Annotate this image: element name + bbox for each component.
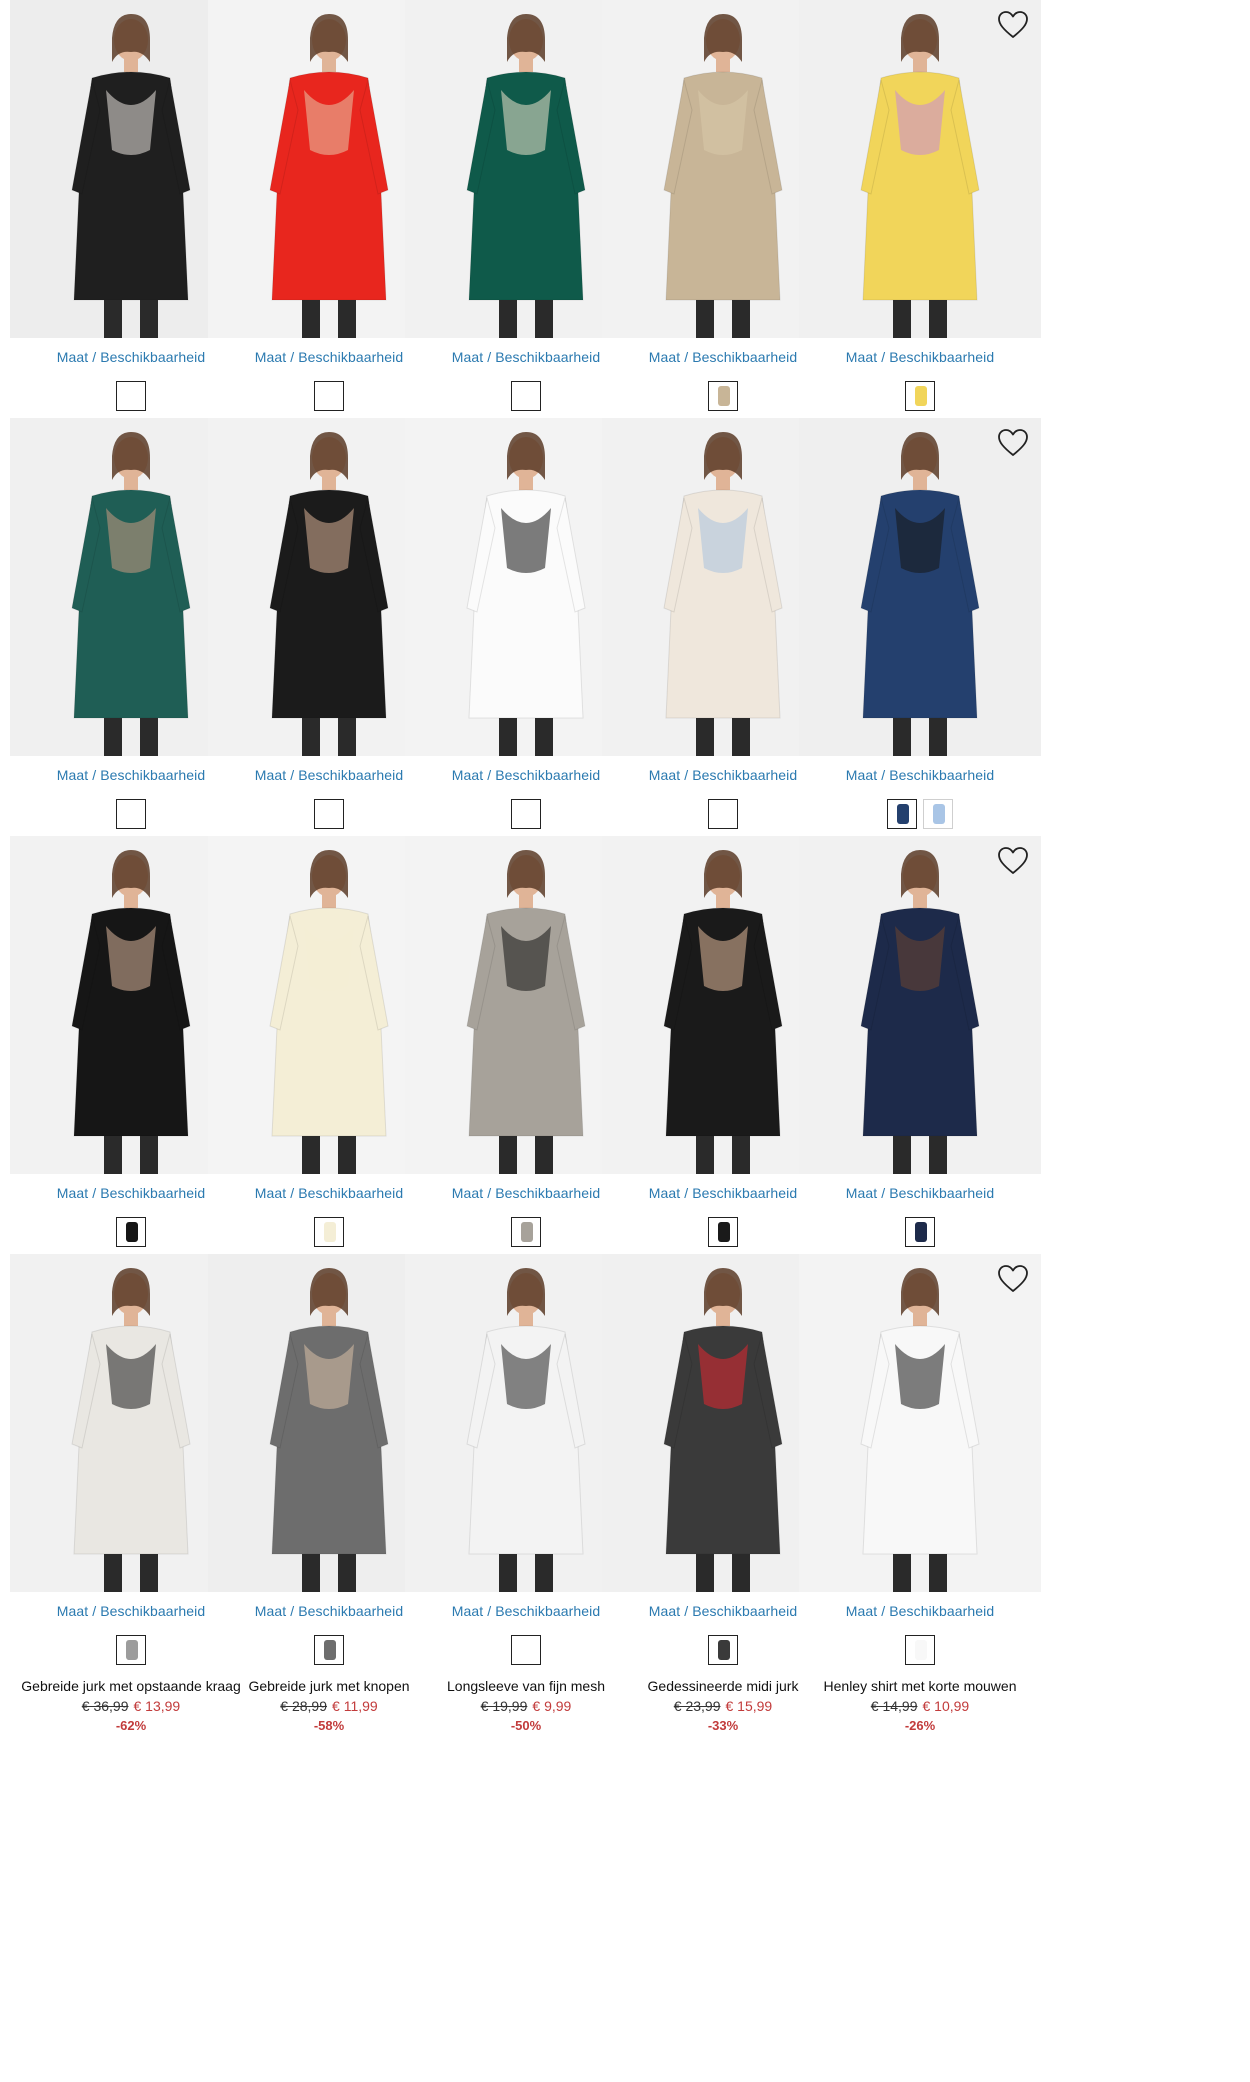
color-swatches [799,1217,1041,1247]
price-row: € 14,99 € 10,99 [799,1698,1041,1714]
color-swatch[interactable] [314,1217,344,1247]
product-image[interactable] [799,1254,1041,1592]
product-photo [860,850,980,1174]
color-swatch[interactable] [708,1635,738,1665]
color-swatch[interactable] [905,1635,935,1665]
color-swatch[interactable] [116,799,146,829]
color-swatch[interactable] [116,1217,146,1247]
product-card[interactable]: Maat / BeschikbaarheidLange spijkerjas€ … [799,418,1041,898]
size-availability-link[interactable]: Maat / Beschikbaarheid [799,1185,1041,1201]
color-swatch[interactable] [511,1635,541,1665]
color-swatch[interactable] [511,381,541,411]
sale-price: € 15,99 [725,1698,773,1714]
color-swatch[interactable] [511,799,541,829]
size-availability-link[interactable]: Maat / Beschikbaarheid [799,1603,1041,1619]
color-swatch[interactable] [905,381,935,411]
color-swatch[interactable] [116,381,146,411]
sale-price: € 13,99 [133,1698,181,1714]
old-price: € 36,99 [81,1698,129,1714]
size-availability-link[interactable]: Maat / Beschikbaarheid [799,349,1041,365]
color-swatch[interactable] [314,799,344,829]
product-image[interactable] [799,418,1041,756]
color-swatches [799,799,1041,829]
color-swatch[interactable] [708,1217,738,1247]
sale-price: € 11,99 [332,1698,378,1714]
product-card[interactable]: Maat / BeschikbaarheidZwangerschaps wikk… [799,0,1041,480]
color-swatch[interactable] [887,799,917,829]
discount-badge: -26% [904,1718,936,1733]
color-swatch[interactable] [923,799,953,829]
product-card[interactable]: Maat / Beschikbaarheid3-in-1 zwangerscha… [799,836,1041,1316]
heart-icon[interactable] [997,1264,1029,1294]
color-swatch[interactable] [708,799,738,829]
product-photo [860,14,980,338]
product-card[interactable]: Maat / Beschikbaarheid Henley shirt met k… [799,1254,1041,1734]
color-swatches [799,381,1041,411]
product-name[interactable]: Henley shirt met korte mouwen [801,1678,1039,1694]
color-swatch[interactable] [905,1217,935,1247]
color-swatch[interactable] [116,1635,146,1665]
color-swatch[interactable] [511,1217,541,1247]
color-swatches [799,1635,1041,1665]
product-image[interactable] [799,836,1041,1174]
old-price: € 14,99 [870,1698,918,1714]
heart-icon[interactable] [997,428,1029,458]
product-grid: Maat / BeschikbaarheidLange imitatielere… [0,0,1250,2082]
product-photo [860,1268,980,1592]
color-swatch[interactable] [314,1635,344,1665]
old-price: € 19,99 [480,1698,528,1714]
color-swatch[interactable] [314,381,344,411]
heart-icon[interactable] [997,846,1029,876]
product-image[interactable] [799,0,1041,338]
sale-price: € 10,99 [922,1698,970,1714]
color-swatch[interactable] [708,381,738,411]
old-price: € 23,99 [673,1698,721,1714]
sale-price: € 9,99 [532,1698,572,1714]
size-availability-link[interactable]: Maat / Beschikbaarheid [799,767,1041,783]
old-price: € 28,99 [280,1698,328,1714]
product-photo [860,432,980,756]
heart-icon[interactable] [997,10,1029,40]
